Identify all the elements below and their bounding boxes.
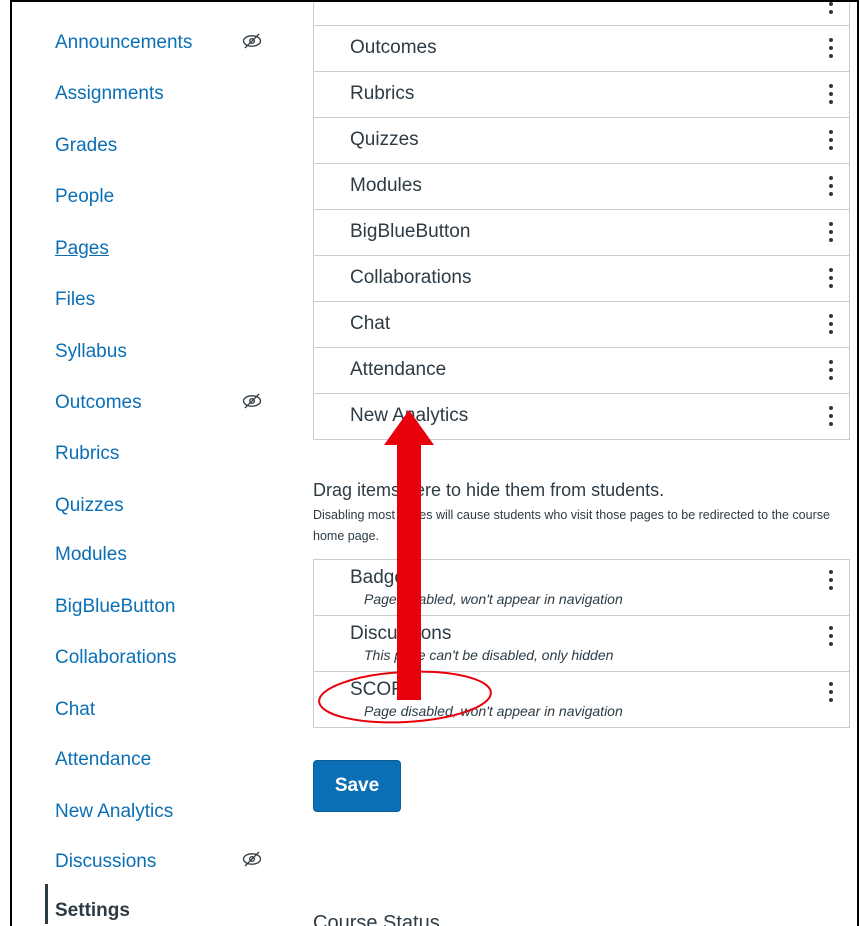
nav-outcomes[interactable]: Outcomes bbox=[55, 392, 142, 414]
list-item-label: BigBlueButton bbox=[350, 221, 471, 242]
list-item-label: Collaborations bbox=[350, 267, 472, 288]
nav-syllabus[interactable]: Syllabus bbox=[55, 341, 127, 363]
disabled-list-item[interactable]: Badges Page disabled, won't appear in na… bbox=[314, 560, 849, 616]
disabled-section-title: Drag items here to hide them from studen… bbox=[313, 480, 665, 500]
kebab-menu-icon[interactable] bbox=[827, 682, 835, 704]
list-item[interactable]: Outcomes bbox=[314, 26, 849, 72]
list-item[interactable]: Attendance bbox=[314, 348, 849, 394]
disabled-list-item[interactable]: Discussions This page can't be disabled,… bbox=[314, 616, 849, 672]
list-item-note: This page can't be disabled, only hidden bbox=[364, 647, 614, 663]
nav-files[interactable]: Files bbox=[55, 289, 95, 311]
screenshot-frame: Announcements Assignments Grades People … bbox=[10, 0, 859, 926]
disabled-nav-list: Badges Page disabled, won't appear in na… bbox=[313, 559, 850, 728]
save-button[interactable]: Save bbox=[313, 760, 401, 812]
list-item[interactable]: Quizzes bbox=[314, 118, 849, 164]
eye-slash-icon bbox=[241, 33, 263, 49]
list-item[interactable]: BigBlueButton bbox=[314, 210, 849, 256]
kebab-menu-icon[interactable] bbox=[827, 84, 835, 106]
kebab-menu-icon[interactable] bbox=[827, 130, 835, 152]
enabled-nav-list: Outcomes Rubrics Quizzes Modules BigBlue… bbox=[313, 2, 850, 440]
kebab-menu-icon[interactable] bbox=[827, 406, 835, 428]
list-item-label: New Analytics bbox=[350, 405, 469, 426]
list-item[interactable]: Modules bbox=[314, 164, 849, 210]
disabled-list-item[interactable]: SCORM Page disabled, won't appear in nav… bbox=[314, 672, 849, 728]
list-item-label: Rubrics bbox=[350, 83, 415, 104]
list-item-label: SCORM bbox=[350, 679, 421, 700]
eye-slash-icon bbox=[241, 393, 263, 409]
nav-announcements[interactable]: Announcements bbox=[55, 32, 192, 54]
kebab-menu-icon[interactable] bbox=[827, 268, 835, 290]
list-item-label: Quizzes bbox=[350, 129, 419, 150]
nav-grades[interactable]: Grades bbox=[55, 135, 117, 157]
list-item-note: Page disabled, won't appear in navigatio… bbox=[364, 703, 623, 719]
kebab-menu-icon[interactable] bbox=[827, 360, 835, 382]
course-navigation: Announcements Assignments Grades People … bbox=[12, 2, 302, 926]
nav-collaborations[interactable]: Collaborations bbox=[55, 647, 176, 669]
course-status-heading: Course Status bbox=[313, 912, 440, 926]
nav-discussions[interactable]: Discussions bbox=[55, 851, 156, 873]
list-item-note: Page disabled, won't appear in navigatio… bbox=[364, 591, 623, 607]
list-item-label: Badges bbox=[350, 567, 415, 588]
eye-slash-icon bbox=[241, 851, 263, 867]
disabled-section-help: Disabling most pages will cause students… bbox=[313, 508, 830, 543]
nav-rubrics[interactable]: Rubrics bbox=[55, 443, 119, 465]
list-item[interactable]: Chat bbox=[314, 302, 849, 348]
kebab-menu-icon[interactable] bbox=[827, 2, 835, 16]
list-item-label: Outcomes bbox=[350, 37, 437, 58]
kebab-menu-icon[interactable] bbox=[827, 38, 835, 60]
nav-attendance[interactable]: Attendance bbox=[55, 749, 151, 771]
list-item-label: Discussions bbox=[350, 623, 452, 644]
kebab-menu-icon[interactable] bbox=[827, 570, 835, 592]
nav-assignments[interactable]: Assignments bbox=[55, 83, 164, 105]
nav-settings[interactable]: Settings bbox=[55, 900, 130, 922]
nav-people[interactable]: People bbox=[55, 186, 114, 208]
list-item[interactable]: Collaborations bbox=[314, 256, 849, 302]
kebab-menu-icon[interactable] bbox=[827, 314, 835, 336]
list-item-label: Modules bbox=[350, 175, 422, 196]
nav-new-analytics[interactable]: New Analytics bbox=[55, 801, 173, 823]
nav-pages[interactable]: Pages bbox=[55, 238, 109, 260]
list-item[interactable]: Rubrics bbox=[314, 72, 849, 118]
list-item-partial[interactable] bbox=[314, 2, 849, 26]
kebab-menu-icon[interactable] bbox=[827, 626, 835, 648]
nav-bigbluebutton[interactable]: BigBlueButton bbox=[55, 596, 175, 618]
nav-modules[interactable]: Modules bbox=[55, 544, 127, 566]
active-indicator bbox=[45, 884, 48, 924]
nav-chat[interactable]: Chat bbox=[55, 699, 95, 721]
kebab-menu-icon[interactable] bbox=[827, 176, 835, 198]
list-item[interactable]: New Analytics bbox=[314, 394, 849, 440]
nav-quizzes[interactable]: Quizzes bbox=[55, 495, 124, 517]
list-item-label: Chat bbox=[350, 313, 391, 334]
list-item-label: Attendance bbox=[350, 359, 447, 380]
kebab-menu-icon[interactable] bbox=[827, 222, 835, 244]
